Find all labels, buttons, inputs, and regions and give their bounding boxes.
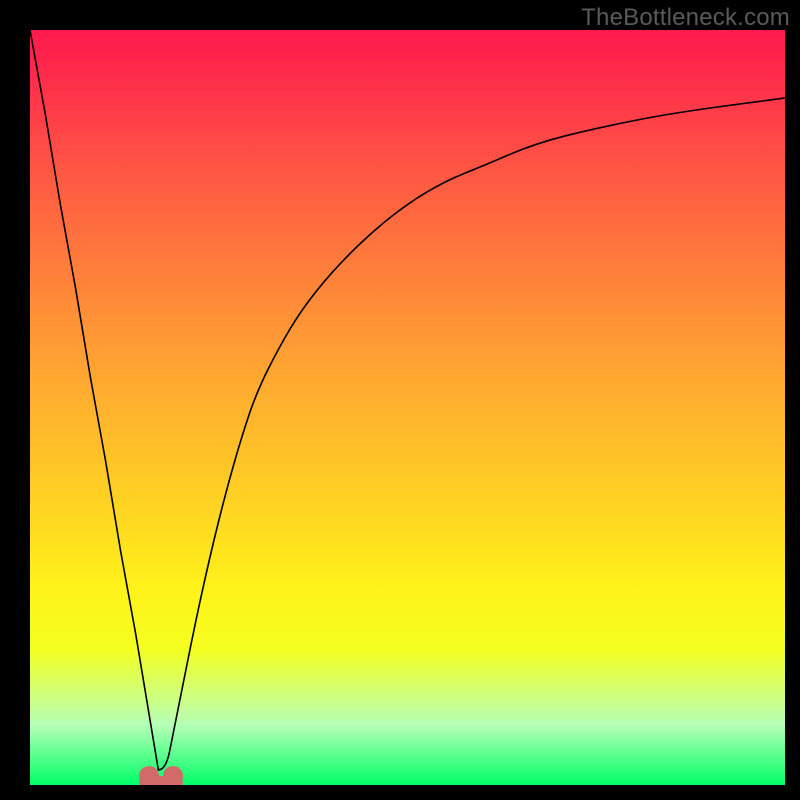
curve-layer [30,30,785,785]
plot-area [30,30,785,785]
bottleneck-curve [30,30,785,770]
watermark-label: TheBottleneck.com [581,4,790,32]
valley-marker-right [163,766,183,785]
valley-marker-left [139,766,159,785]
